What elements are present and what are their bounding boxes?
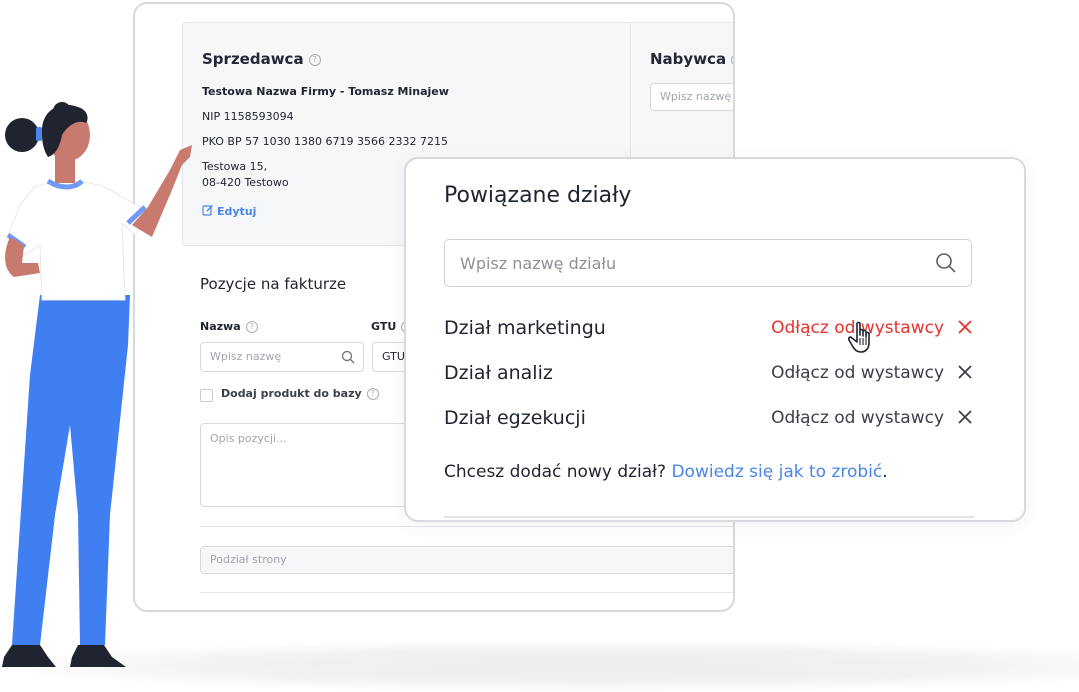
hint-text: Chcesz dodać nowy dział? [444, 462, 667, 482]
department-name: Dział analiz [444, 362, 553, 384]
department-search-placeholder: Wpisz nazwę działu [460, 254, 617, 273]
help-icon[interactable]: ? [731, 53, 733, 66]
item-description-placeholder: Opis pozycji... [210, 432, 287, 445]
search-icon [341, 350, 355, 364]
positions-title: Pozycje na fakturze [200, 275, 347, 293]
detach-button[interactable]: Odłącz od wystawcy [771, 408, 944, 428]
close-icon[interactable] [956, 318, 974, 336]
name-label-text: Nazwa [200, 320, 241, 333]
modal-divider [444, 516, 974, 518]
edit-seller-link[interactable]: Edytuj [202, 204, 256, 218]
seller-city: 08-420 Testowo [202, 176, 289, 189]
department-row: Dział marketingu Odłącz od wystawcy [444, 315, 974, 345]
search-icon [936, 253, 956, 273]
modal-title: Powiązane działy [444, 183, 632, 208]
linked-departments-modal: Powiązane działy Wpisz nazwę działu Dzia… [404, 157, 1026, 522]
product-name-placeholder: Wpisz nazwę [210, 350, 282, 363]
item-description-textarea[interactable]: Opis pozycji... [200, 423, 420, 507]
divider [200, 526, 733, 527]
department-search-input[interactable]: Wpisz nazwę działu [444, 239, 972, 287]
person-illustration [2, 102, 192, 667]
department-row: Dział egzekucji Odłącz od wystawcy [444, 405, 974, 435]
department-name: Dział egzekucji [444, 407, 586, 429]
page-split-placeholder: Podział strony [210, 553, 287, 566]
learn-how-link[interactable]: Dowiedz się jak to zrobić [671, 462, 882, 482]
close-icon[interactable] [956, 363, 974, 381]
page-split-field[interactable]: Podział strony [200, 546, 733, 574]
edit-icon [202, 205, 213, 216]
hand-pointer-icon [848, 321, 870, 353]
department-row: Dział analiz Odłącz od wystawcy [444, 360, 974, 390]
name-label: Nazwa? [200, 320, 258, 333]
seller-company: Testowa Nazwa Firmy - Tomasz Minajew [202, 85, 449, 98]
buyer-title: Nabywca? [650, 50, 733, 68]
buyer-search-placeholder: Wpisz nazwę k [660, 90, 735, 103]
seller-title: Sprzedawca? [202, 50, 321, 68]
help-icon[interactable]: ? [366, 388, 379, 400]
help-icon[interactable]: ? [308, 53, 321, 66]
seller-nip: NIP 1158593094 [202, 110, 294, 123]
divider [200, 592, 733, 593]
gtu-label-text: GTU [371, 320, 397, 333]
add-product-checkbox[interactable] [200, 389, 213, 402]
help-icon[interactable]: ? [245, 321, 258, 333]
product-name-input[interactable]: Wpisz nazwę [200, 342, 364, 372]
buyer-title-text: Nabywca [650, 50, 727, 68]
seller-street: Testowa 15, [202, 160, 268, 173]
detach-button[interactable]: Odłącz od wystawcy [771, 363, 944, 383]
add-product-label: Dodaj produkt do bazy? [221, 387, 379, 400]
add-department-hint: Chcesz dodać nowy dział? Dowiedz się jak… [444, 462, 888, 482]
add-product-label-text: Dodaj produkt do bazy [221, 387, 362, 400]
close-icon[interactable] [956, 408, 974, 426]
edit-label: Edytuj [217, 205, 257, 218]
seller-bank-account: PKO BP 57 1030 1380 6719 3566 2332 7215 [202, 135, 449, 148]
department-name: Dział marketingu [444, 317, 606, 339]
buyer-search-input[interactable]: Wpisz nazwę k [650, 83, 735, 111]
hint-period: . [882, 462, 888, 482]
seller-title-text: Sprzedawca [202, 50, 304, 68]
gtu-value: GTU [382, 350, 405, 363]
